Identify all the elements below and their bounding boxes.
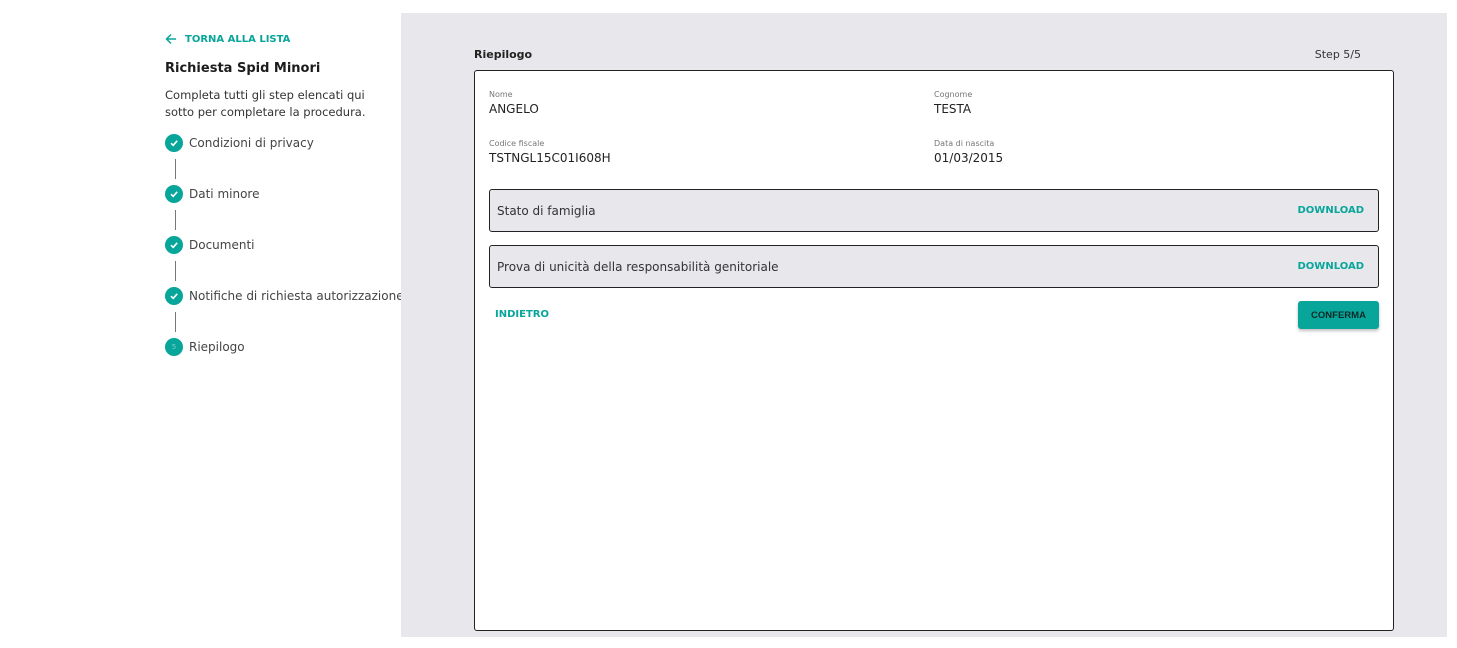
field-codice-fiscale: Codice fiscale TSTNGL15C01I608H (489, 139, 611, 165)
field-value: TSTNGL15C01I608H (489, 151, 611, 165)
check-circle-icon (165, 134, 183, 152)
field-value: ANGELO (489, 102, 539, 116)
step-label: Notifiche di richiesta autorizzazione (189, 289, 404, 303)
step-connector (175, 312, 176, 332)
field-label: Cognome (934, 90, 973, 99)
section-title: Riepilogo (474, 48, 533, 61)
step-documenti: Documenti (165, 236, 395, 254)
step-label: Documenti (189, 238, 255, 252)
step-connector (175, 261, 176, 281)
field-nome: Nome ANGELO (489, 90, 539, 116)
document-name: Stato di famiglia (497, 203, 596, 218)
download-button[interactable]: DOWNLOAD (1298, 205, 1365, 216)
check-circle-icon (165, 185, 183, 203)
back-button[interactable]: INDIETRO (495, 309, 549, 320)
panel-header: Riepilogo Step 5/5 (474, 48, 1361, 61)
step-label: Riepilogo (189, 340, 245, 354)
field-data-nascita: Data di nascita 01/03/2015 (934, 139, 1003, 165)
summary-card: Nome ANGELO Cognome TESTA Codice fiscale… (474, 70, 1394, 631)
step-label: Condizioni di privacy (189, 136, 314, 150)
download-button[interactable]: DOWNLOAD (1298, 261, 1365, 272)
step-connector (175, 159, 176, 179)
sidebar: TORNA ALLA LISTA Richiesta Spid Minori C… (165, 30, 404, 356)
field-label: Nome (489, 90, 513, 99)
step-connector (175, 210, 176, 230)
step-label: Dati minore (189, 187, 260, 201)
field-label: Data di nascita (934, 139, 995, 148)
document-row-stato-famiglia: Stato di famiglia DOWNLOAD (489, 189, 1379, 232)
page-title: Richiesta Spid Minori (165, 61, 321, 76)
arrow-left-icon (165, 33, 176, 45)
back-to-list-label: TORNA ALLA LISTA (185, 33, 291, 45)
main-panel: Riepilogo Step 5/5 Nome ANGELO Cognome T… (401, 13, 1447, 637)
confirm-button[interactable]: CONFERMA (1298, 301, 1379, 329)
document-row-prova-unicita: Prova di unicità della responsabilità ge… (489, 245, 1379, 288)
stepper: Condizioni di privacy Dati minore Docume… (165, 134, 404, 356)
back-to-list-link[interactable]: TORNA ALLA LISTA (165, 30, 395, 48)
field-label: Codice fiscale (489, 139, 545, 148)
check-circle-icon (165, 287, 183, 305)
page-description: Completa tutti gli step elencati qui sot… (165, 88, 366, 119)
step-dati-minore: Dati minore (165, 185, 395, 203)
step-indicator: Step 5/5 (1314, 48, 1361, 61)
document-name: Prova di unicità della responsabilità ge… (497, 259, 779, 274)
field-value: TESTA (934, 102, 972, 116)
field-cognome: Cognome TESTA (934, 90, 972, 116)
field-value: 01/03/2015 (934, 151, 1004, 165)
check-circle-icon (165, 236, 183, 254)
step-notifiche: Notifiche di richiesta autorizzazione (165, 287, 404, 305)
step-privacy: Condizioni di privacy (165, 134, 395, 152)
step-riepilogo: 5 Riepilogo (165, 338, 395, 356)
step-number: 5 (171, 343, 177, 351)
step-number-circle: 5 (165, 338, 183, 356)
